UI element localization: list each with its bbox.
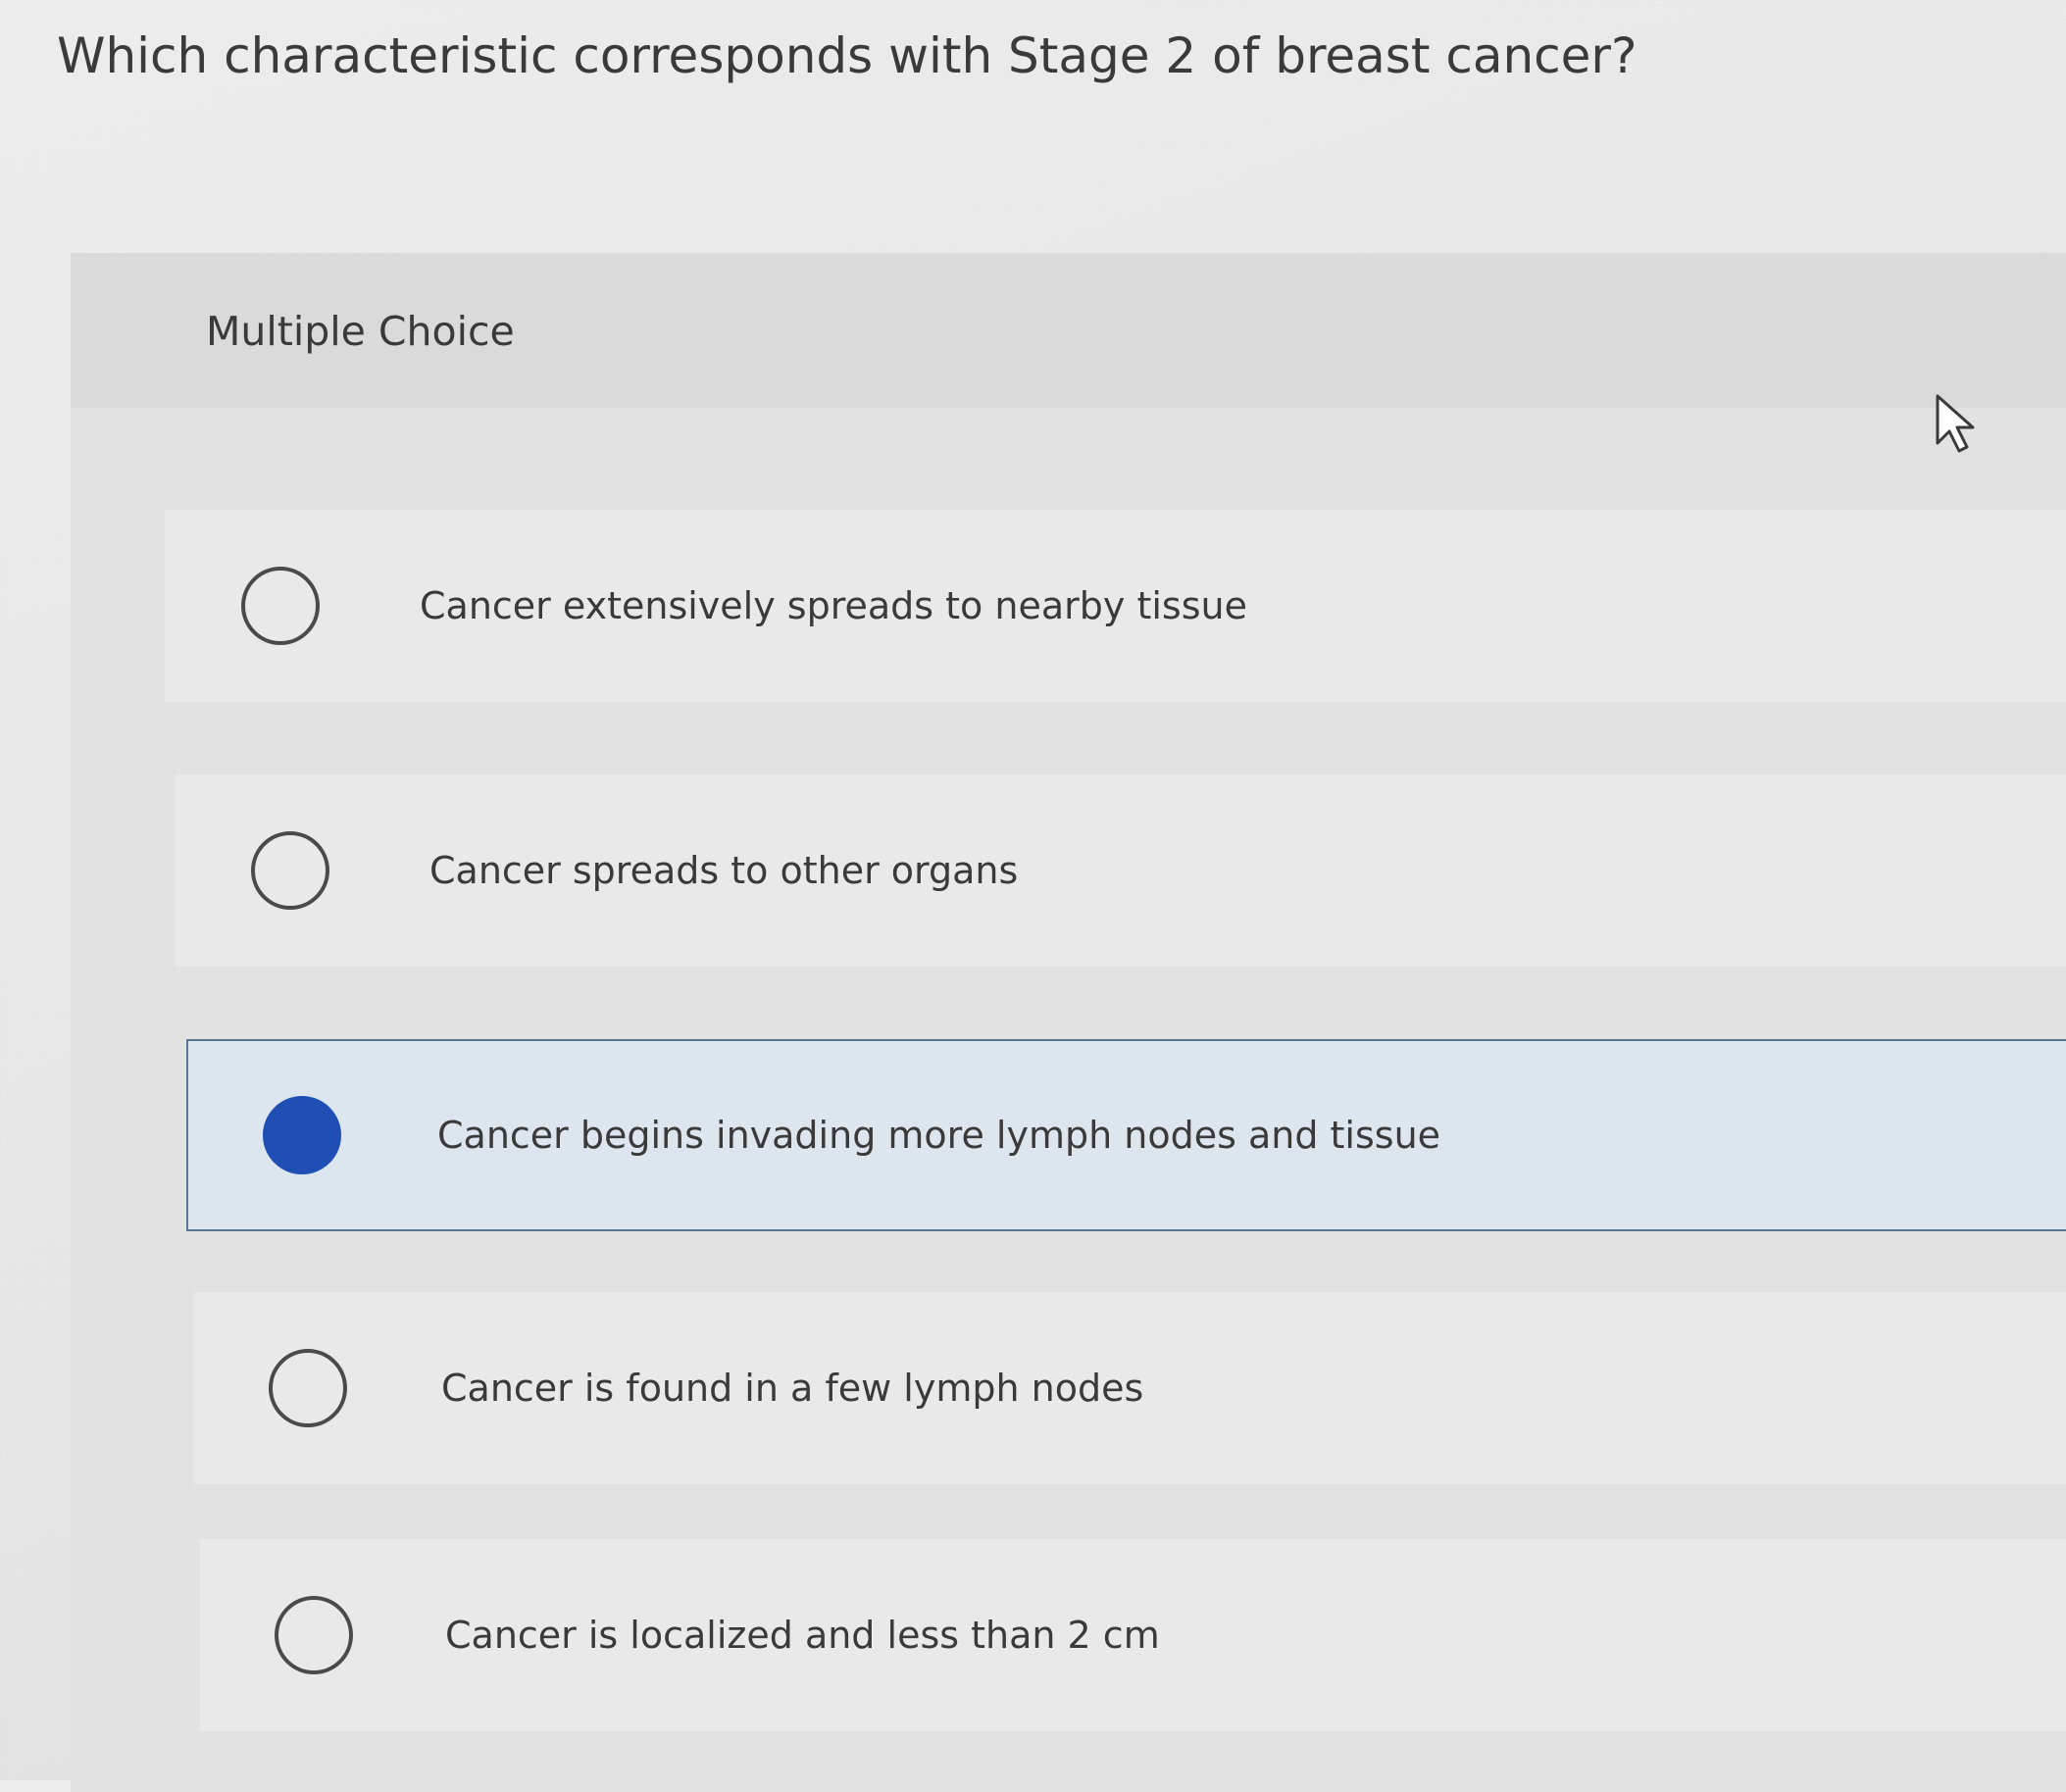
option-label: Cancer begins invading more lymph nodes … bbox=[437, 1114, 1441, 1157]
option-1[interactable]: Cancer extensively spreads to nearby tis… bbox=[165, 510, 2066, 702]
mouse-pointer-icon bbox=[1936, 394, 1975, 453]
option-4[interactable]: Cancer is found in a few lymph nodes bbox=[194, 1292, 2066, 1484]
option-2[interactable]: Cancer spreads to other organs bbox=[175, 774, 2066, 967]
option-5[interactable]: Cancer is localized and less than 2 cm bbox=[200, 1539, 2066, 1731]
radio-button[interactable] bbox=[269, 1349, 347, 1427]
option-label: Cancer extensively spreads to nearby tis… bbox=[420, 584, 1247, 627]
radio-button-selected[interactable] bbox=[263, 1096, 341, 1174]
radio-button[interactable] bbox=[251, 831, 329, 910]
radio-button[interactable] bbox=[241, 567, 320, 645]
multiple-choice-panel: Multiple Choice Cancer extensively sprea… bbox=[71, 253, 2066, 1792]
radio-button[interactable] bbox=[275, 1596, 353, 1674]
question-text: Which characteristic corresponds with St… bbox=[57, 27, 1638, 84]
option-3[interactable]: Cancer begins invading more lymph nodes … bbox=[186, 1039, 2066, 1231]
options-list: Cancer extensively spreads to nearby tis… bbox=[71, 253, 2066, 1792]
option-label: Cancer is localized and less than 2 cm bbox=[445, 1614, 1160, 1657]
option-label: Cancer is found in a few lymph nodes bbox=[441, 1367, 1144, 1410]
option-label: Cancer spreads to other organs bbox=[429, 849, 1019, 892]
